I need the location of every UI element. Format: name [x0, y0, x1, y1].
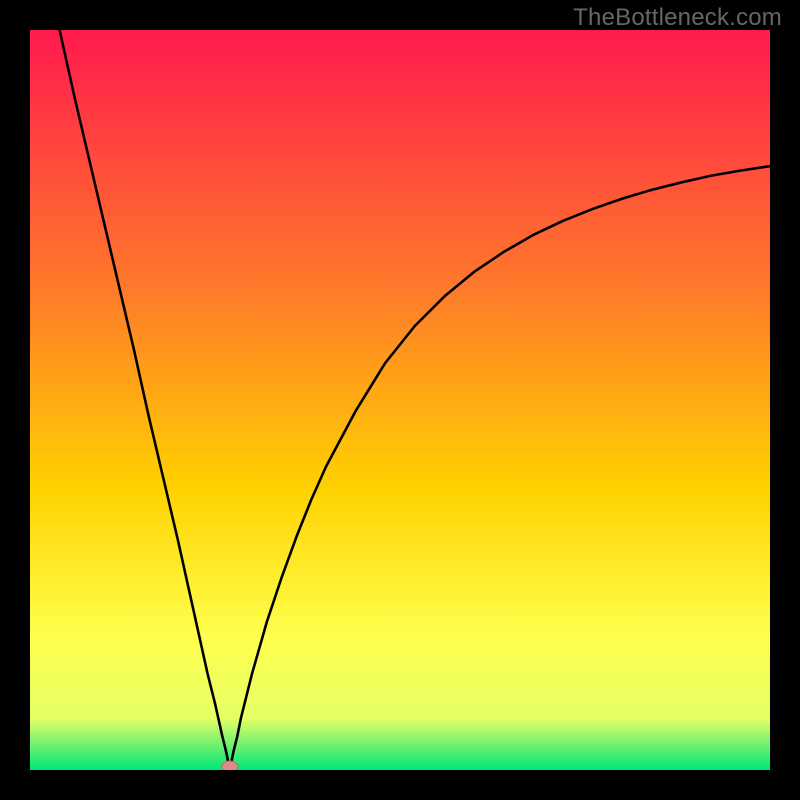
watermark-text: TheBottleneck.com	[573, 4, 782, 32]
gradient-background	[30, 30, 770, 770]
plot-area	[30, 30, 770, 770]
chart-frame: TheBottleneck.com	[0, 0, 800, 800]
minimum-marker	[222, 761, 238, 770]
chart-svg	[30, 30, 770, 770]
